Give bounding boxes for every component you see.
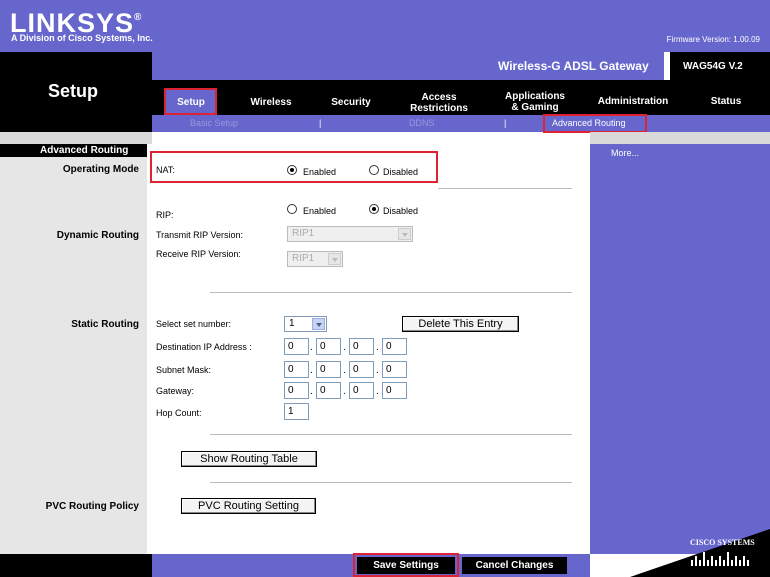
subnav-ddns[interactable]: DDNS xyxy=(409,118,435,128)
dest-ip-label: Destination IP Address : xyxy=(156,342,252,352)
subnet-mask-octet-2[interactable]: 0 xyxy=(316,361,341,378)
content-area xyxy=(147,144,590,529)
subnet-mask-label: Subnet Mask: xyxy=(156,365,212,375)
cisco-systems-logo-text: CISCO SYSTEMS xyxy=(690,538,755,547)
gateway-octet-3[interactable]: 0 xyxy=(349,382,374,399)
pvc-routing-setting-button[interactable]: PVC Routing Setting xyxy=(181,498,316,514)
footer-content-panel xyxy=(147,529,590,554)
firmware-version: Firmware Version: 1.00.09 xyxy=(666,35,760,44)
cancel-changes-button[interactable]: Cancel Changes xyxy=(462,557,567,574)
label-dynamic-routing: Dynamic Routing xyxy=(56,230,139,241)
gateway-octet-2[interactable]: 0 xyxy=(316,382,341,399)
logo-tagline: A Division of Cisco Systems, Inc. xyxy=(11,33,153,43)
chevron-down-icon xyxy=(328,253,341,265)
chevron-down-icon xyxy=(398,228,411,240)
tab-apps-line1: Applications xyxy=(504,91,565,102)
dest-ip-octet-2[interactable]: 0 xyxy=(316,338,341,355)
rip-enabled-label: Enabled xyxy=(303,206,337,216)
nat-label: NAT: xyxy=(156,165,175,175)
label-static-routing: Static Routing xyxy=(71,319,139,330)
tab-access-line2: Restrictions xyxy=(410,103,468,114)
rip-label: RIP: xyxy=(156,210,174,220)
tab-setup[interactable]: Setup xyxy=(166,97,216,108)
tab-apps-line2: & Gaming xyxy=(511,102,559,113)
section-header: Advanced Routing xyxy=(40,145,129,156)
tab-status[interactable]: Status xyxy=(700,96,752,107)
separator-line xyxy=(210,482,572,483)
receive-rip-label: Receive RIP Version: xyxy=(156,249,241,259)
rip-enabled-radio[interactable] xyxy=(287,204,297,214)
ip-dot: . xyxy=(343,342,346,353)
subnet-mask-octet-4[interactable]: 0 xyxy=(382,361,407,378)
ip-dot: . xyxy=(376,365,379,376)
save-settings-button[interactable]: Save Settings xyxy=(357,557,455,574)
delete-entry-button[interactable]: Delete This Entry xyxy=(402,316,519,332)
divider-row xyxy=(0,132,152,144)
nat-disabled-radio[interactable] xyxy=(369,165,379,175)
subnav-separator: | xyxy=(319,118,322,128)
ip-dot: . xyxy=(343,386,346,397)
nat-disabled-label: Disabled xyxy=(383,167,419,177)
more-help-link[interactable]: More... xyxy=(611,148,639,158)
tab-security[interactable]: Security xyxy=(320,97,382,108)
tab-access-restrictions[interactable]: Access Restrictions xyxy=(400,92,478,114)
rip-disabled-label: Disabled xyxy=(383,206,419,216)
gateway-octet-1[interactable]: 0 xyxy=(284,382,309,399)
rip-disabled-radio[interactable] xyxy=(369,204,379,214)
tab-administration[interactable]: Administration xyxy=(588,96,678,107)
subnav-basic-setup[interactable]: Basic Setup xyxy=(190,118,238,128)
label-pvc-routing-policy: PVC Routing Policy xyxy=(45,501,139,512)
model-name: WAG54G V.2 xyxy=(683,61,743,72)
dest-ip-octet-4[interactable]: 0 xyxy=(382,338,407,355)
tab-access-line1: Access xyxy=(421,92,457,103)
tab-applications-gaming[interactable]: Applications & Gaming xyxy=(495,91,575,113)
dest-ip-octet-3[interactable]: 0 xyxy=(349,338,374,355)
subnet-mask-octet-1[interactable]: 0 xyxy=(284,361,309,378)
ip-dot: . xyxy=(310,342,313,353)
subnav-advanced-routing[interactable]: Advanced Routing xyxy=(552,118,626,128)
transmit-rip-value: RIP1 xyxy=(292,228,315,239)
transmit-rip-select[interactable]: RIP1 xyxy=(287,226,413,242)
footer-left-panel xyxy=(0,529,147,554)
tab-wireless[interactable]: Wireless xyxy=(240,97,302,108)
ip-dot: . xyxy=(376,342,379,353)
transmit-rip-label: Transmit RIP Version: xyxy=(156,230,244,240)
receive-rip-value: RIP1 xyxy=(292,253,315,264)
page-title: Setup xyxy=(48,81,99,101)
subnet-mask-octet-3[interactable]: 0 xyxy=(349,361,374,378)
select-set-label: Select set number: xyxy=(156,319,232,329)
separator-line xyxy=(210,292,572,293)
hop-count-input[interactable]: 1 xyxy=(284,403,309,420)
nat-enabled-radio[interactable] xyxy=(287,165,297,175)
divider-row-right xyxy=(590,132,770,144)
gateway-label: Gateway: xyxy=(156,386,195,396)
help-column xyxy=(590,144,770,554)
subnav-bar xyxy=(152,115,770,132)
footer-left-bar xyxy=(0,554,152,577)
ip-dot: . xyxy=(343,365,346,376)
ip-dot: . xyxy=(310,365,313,376)
ip-dot: . xyxy=(376,386,379,397)
left-label-column xyxy=(0,144,147,529)
subnav-separator: | xyxy=(504,118,507,128)
separator-line xyxy=(438,188,572,189)
cisco-bars-icon xyxy=(691,552,749,566)
set-number-value: 1 xyxy=(289,318,295,329)
product-name: Wireless-G ADSL Gateway xyxy=(498,59,649,73)
show-routing-table-button[interactable]: Show Routing Table xyxy=(181,451,317,467)
dest-ip-octet-1[interactable]: 0 xyxy=(284,338,309,355)
separator-line xyxy=(210,434,572,435)
set-number-select[interactable]: 1 xyxy=(284,316,327,332)
receive-rip-select[interactable]: RIP1 xyxy=(287,251,343,267)
nat-enabled-label: Enabled xyxy=(303,167,337,177)
ip-dot: . xyxy=(310,386,313,397)
chevron-down-icon xyxy=(312,318,325,330)
gateway-octet-4[interactable]: 0 xyxy=(382,382,407,399)
hop-count-label: Hop Count: xyxy=(156,408,202,418)
label-operating-mode: Operating Mode xyxy=(62,164,139,175)
